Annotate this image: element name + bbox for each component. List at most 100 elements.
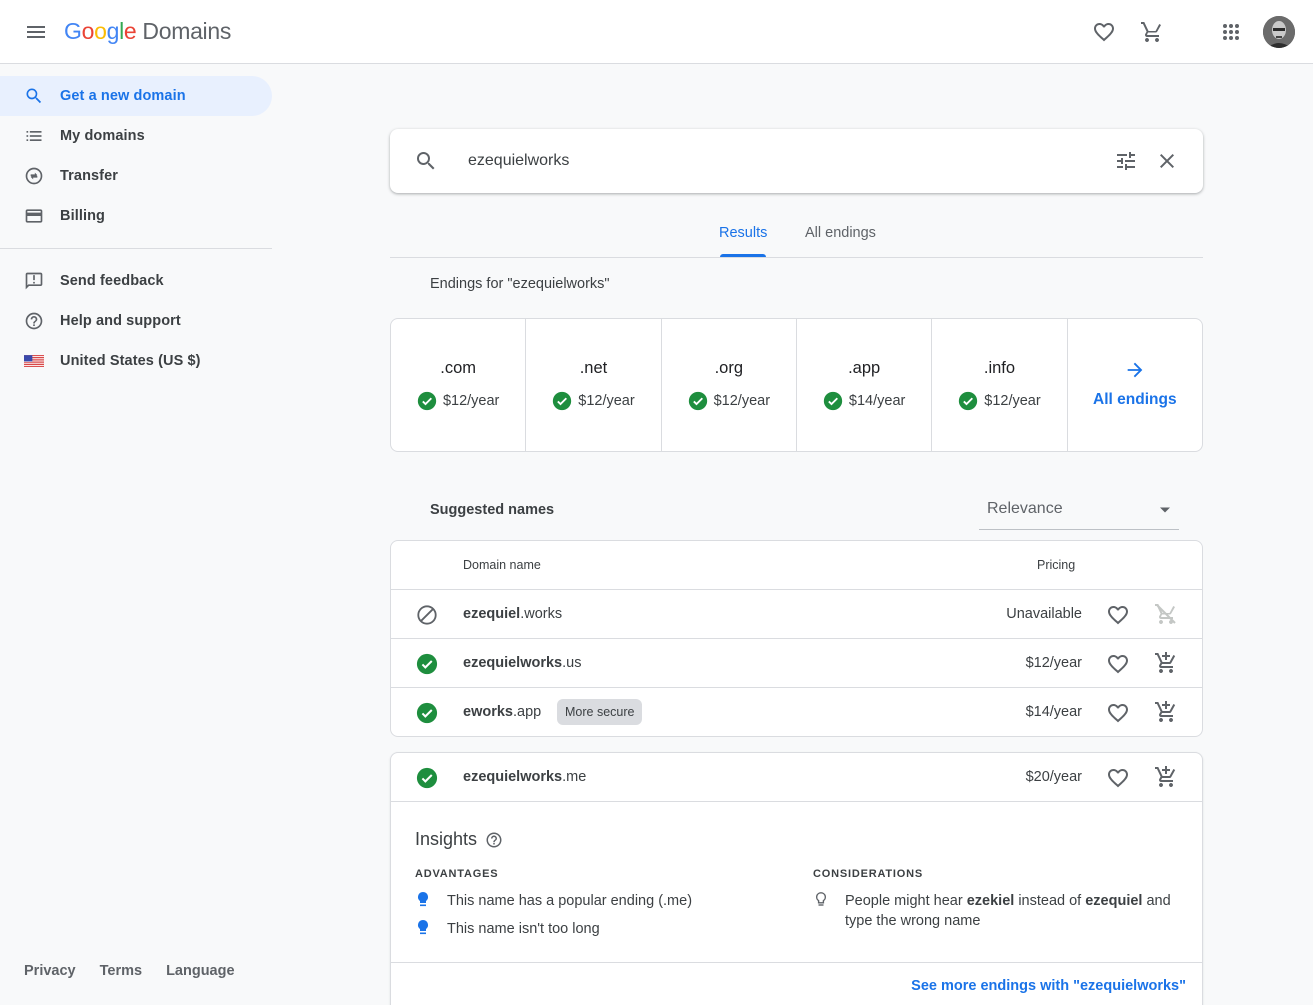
lightbulb-outline-icon bbox=[813, 891, 829, 911]
ending-card-org[interactable]: .org $12/year bbox=[662, 319, 797, 451]
sidebar-divider bbox=[0, 248, 272, 249]
available-check-icon bbox=[416, 767, 438, 789]
sidebar-item-label: Transfer bbox=[60, 168, 119, 184]
tab-all-endings[interactable]: All endings bbox=[805, 225, 876, 241]
ending-price: $12/year bbox=[442, 393, 500, 409]
table-row[interactable]: eworks.app More secure $14/year bbox=[391, 688, 1202, 736]
ending-price: $12/year bbox=[713, 393, 771, 409]
domain-name-tld: .app bbox=[512, 704, 542, 720]
sidebar-item-transfer[interactable]: Transfer bbox=[0, 156, 272, 196]
apps-grid-icon[interactable] bbox=[1219, 20, 1243, 44]
domain-name-tld: .works bbox=[520, 606, 563, 622]
results-tabs: Results All endings bbox=[390, 210, 1203, 258]
sidebar-item-help[interactable]: Help and support bbox=[0, 301, 272, 341]
domain-name: ezequielworks.us bbox=[463, 655, 581, 671]
available-check-icon bbox=[823, 391, 843, 411]
google-domains-logo[interactable]: Google Domains bbox=[64, 18, 231, 45]
sort-selected-value: Relevance bbox=[987, 500, 1063, 517]
cart-disabled-icon bbox=[1154, 602, 1178, 626]
available-check-icon bbox=[416, 702, 438, 724]
domain-search-box bbox=[390, 129, 1203, 193]
see-more-endings-link[interactable]: See more endings with "ezequielworks" bbox=[911, 978, 1186, 994]
lightbulb-filled-icon bbox=[415, 891, 431, 911]
sidebar-item-billing[interactable]: Billing bbox=[0, 196, 272, 236]
domain-name-tld: .me bbox=[562, 769, 587, 785]
table-row[interactable]: ezequielworks.us $12/year bbox=[391, 639, 1202, 688]
help-icon[interactable] bbox=[485, 831, 503, 849]
insights-heading: Insights bbox=[415, 829, 503, 850]
logo-letter: o bbox=[94, 18, 107, 44]
top-app-bar: Google Domains bbox=[0, 0, 1313, 64]
sidebar-item-get-new-domain[interactable]: Get a new domain bbox=[0, 76, 272, 116]
sidebar-item-my-domains[interactable]: My domains bbox=[0, 116, 272, 156]
domain-search-input[interactable] bbox=[468, 147, 1068, 175]
table-row[interactable]: ezequiel.works Unavailable bbox=[391, 590, 1202, 639]
domain-name-stem: eworks bbox=[463, 704, 513, 720]
available-check-icon bbox=[416, 653, 438, 675]
feedback-icon bbox=[24, 269, 44, 293]
expanded-domain-card: ezequielworks.me $20/year Insights ADVAN… bbox=[390, 752, 1203, 1005]
add-to-cart-icon[interactable] bbox=[1154, 765, 1178, 789]
considerations-heading: CONSIDERATIONS bbox=[813, 868, 924, 880]
search-icon bbox=[24, 84, 44, 108]
text-bold: ezekiel bbox=[966, 893, 1015, 909]
sidebar-item-label: Billing bbox=[60, 208, 105, 224]
ending-price: $12/year bbox=[984, 393, 1041, 409]
domain-price: Unavailable bbox=[1006, 606, 1082, 622]
favorite-heart-icon[interactable] bbox=[1106, 766, 1130, 790]
logo-letter: G bbox=[64, 18, 82, 44]
language-link[interactable]: Language bbox=[166, 963, 234, 979]
sidebar-item-label: My domains bbox=[60, 128, 145, 144]
favorite-heart-icon[interactable] bbox=[1106, 652, 1130, 676]
consideration-item: People might hear ezekiel instead of eze… bbox=[813, 891, 1173, 931]
suggested-names-title: Suggested names bbox=[430, 502, 555, 518]
ending-card-com[interactable]: .com $12/year bbox=[391, 319, 527, 451]
available-check-icon bbox=[688, 391, 708, 411]
sidebar-item-label: United States (US $) bbox=[60, 353, 201, 369]
advantages-heading: ADVANTAGES bbox=[415, 868, 499, 880]
lightbulb-filled-icon bbox=[415, 919, 431, 939]
add-to-cart-icon[interactable] bbox=[1154, 651, 1178, 675]
ending-tld: .net bbox=[579, 359, 608, 377]
filter-tune-icon[interactable] bbox=[1114, 149, 1138, 173]
ending-card-app[interactable]: .app $14/year bbox=[797, 319, 933, 451]
terms-link[interactable]: Terms bbox=[100, 963, 142, 979]
table-header: Domain name Pricing bbox=[391, 541, 1202, 590]
footer-links: Privacy Terms Language bbox=[24, 963, 259, 979]
favorite-heart-icon[interactable] bbox=[1106, 603, 1130, 627]
text-segment: People might hear bbox=[845, 893, 967, 909]
sidebar-item-send-feedback[interactable]: Send feedback bbox=[0, 261, 272, 301]
more-secure-badge: More secure bbox=[557, 699, 643, 725]
ending-card-info[interactable]: .info $12/year bbox=[932, 319, 1068, 451]
all-endings-card[interactable]: All endings bbox=[1068, 319, 1202, 451]
clear-search-icon[interactable] bbox=[1155, 149, 1179, 173]
favorite-heart-icon[interactable] bbox=[1106, 701, 1130, 725]
advantage-text: This name isn't too long bbox=[447, 921, 600, 937]
favorites-heart-icon[interactable] bbox=[1092, 20, 1116, 44]
domain-name: eworks.app bbox=[463, 704, 541, 720]
sidebar-item-label: Get a new domain bbox=[60, 88, 186, 104]
privacy-link[interactable]: Privacy bbox=[24, 963, 76, 979]
sidebar-item-label: Help and support bbox=[60, 313, 181, 329]
sort-dropdown[interactable]: Relevance bbox=[979, 496, 1179, 530]
available-check-icon bbox=[552, 391, 572, 411]
unavailable-block-icon bbox=[416, 604, 438, 626]
cart-icon[interactable] bbox=[1140, 20, 1164, 44]
endings-grid: .com $12/year .net $12/year .org $12/yea… bbox=[390, 318, 1203, 452]
domain-price: $14/year bbox=[1025, 704, 1082, 720]
arrow-forward-icon bbox=[1068, 359, 1202, 381]
add-to-cart-icon[interactable] bbox=[1154, 700, 1178, 724]
menu-icon[interactable] bbox=[24, 20, 48, 44]
table-row-expanded[interactable]: ezequielworks.me $20/year bbox=[391, 753, 1202, 802]
insights-divider bbox=[391, 962, 1202, 963]
ending-card-net[interactable]: .net $12/year bbox=[526, 319, 662, 451]
sidebar-item-label: Send feedback bbox=[60, 273, 164, 289]
logo-letter: g bbox=[106, 18, 120, 44]
tab-results[interactable]: Results bbox=[719, 225, 767, 241]
all-endings-link: All endings bbox=[1093, 391, 1177, 408]
dropdown-caret-icon bbox=[1159, 506, 1171, 514]
logo-letter: e bbox=[123, 18, 137, 44]
account-avatar[interactable] bbox=[1263, 16, 1295, 48]
sidebar-item-country[interactable]: United States (US $) bbox=[0, 341, 272, 381]
text-segment: instead of bbox=[1014, 893, 1086, 909]
